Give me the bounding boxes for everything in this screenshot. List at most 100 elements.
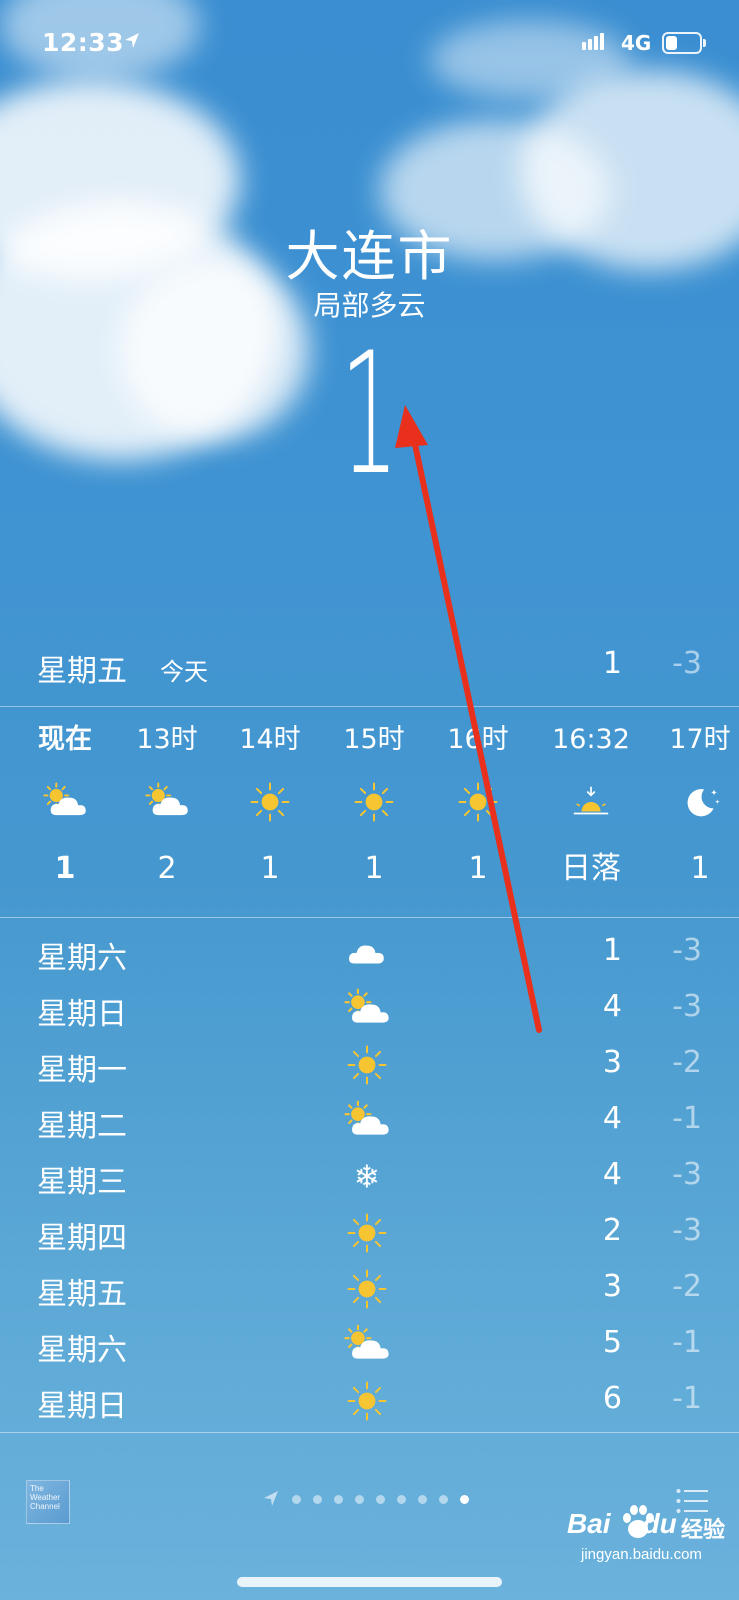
page-dot[interactable] [376,1494,385,1504]
daily-day: 星期六 [37,941,127,976]
daily-low: -2 [672,1269,702,1304]
daily-row: 星期日 6 -1 [0,1373,739,1429]
today-summary: 星期五 今天 1 -3 [0,636,739,706]
hourly-time: 15时 [343,724,405,755]
partly-cloudy-icon [15,760,115,844]
hourly-time: 16时 [447,724,509,755]
divider [0,706,739,707]
daily-low: -1 [672,1325,702,1360]
daily-day: 星期二 [37,1109,127,1144]
daily-row: 星期二 4 -1 [0,1093,739,1149]
page-dot[interactable] [418,1494,427,1504]
sun-icon [428,760,528,844]
daily-row: 星期一 3 -2 [0,1037,739,1093]
daily-day: 星期日 [37,1389,127,1424]
today-label: 今天 [160,658,208,686]
battery-icon [662,32,706,54]
daily-low: -3 [672,989,702,1024]
hourly-forecast[interactable]: 现在 1 13时 2 14时 1 15时 1 16时 1 16:32 日落 17时 ✦ ✦ 1 [0,720,739,910]
divider [0,1432,739,1433]
partly-cloudy-icon [340,987,394,1031]
divider [0,917,739,918]
watermark-text: 经验 [681,1518,726,1543]
hourly-item: 13时 2 [117,720,217,894]
today-low: -3 [672,646,702,681]
sun-icon [340,1043,394,1087]
hourly-time: 13时 [136,724,198,755]
partly-cloudy-icon [340,1099,394,1143]
hourly-temp: 1 [54,851,76,886]
sun-icon [340,1267,394,1311]
hourly-time: 现在 [38,724,92,755]
daily-high: 2 [602,1213,622,1248]
daily-high: 4 [602,1157,622,1192]
sun-icon [340,1379,394,1423]
daily-low: -3 [672,933,702,968]
hourly-item: 16时 1 [428,720,528,894]
svg-text:✦: ✦ [715,799,721,806]
page-dot[interactable] [439,1494,448,1504]
daily-row: 星期五 3 -2 [0,1261,739,1317]
paw-icon [623,1505,654,1538]
hourly-temp: 1 [468,851,488,886]
page-dot[interactable] [334,1494,343,1504]
daily-row: 星期六 5 -1 [0,1317,739,1373]
location-arrow-icon [125,33,139,48]
daily-low: -2 [672,1045,702,1080]
page-dot[interactable] [355,1494,364,1504]
snowflake-icon: ❄ [340,1155,394,1199]
daily-day: 星期日 [37,997,127,1032]
hourly-item: 15时 1 [324,720,424,894]
hourly-time: 14时 [239,724,301,755]
location-page-icon [264,1491,278,1506]
daily-day: 星期三 [37,1165,127,1200]
watermark-url: jingyan.baidu.com [581,1546,702,1563]
page-dot[interactable] [397,1494,406,1504]
daily-low: -1 [672,1381,702,1416]
today-high: 1 [602,646,622,681]
page-indicator[interactable] [262,1490,469,1508]
city-name: 大连市 [285,225,454,288]
hourly-temp: 1 [364,851,384,886]
home-indicator[interactable] [237,1577,502,1587]
hourly-item: 17时 ✦ ✦ 1 [650,720,739,894]
hourly-item: 16:32 日落 [541,720,641,894]
daily-high: 4 [602,1101,622,1136]
daily-day: 星期一 [37,1053,127,1088]
weather-channel-logo[interactable]: The Weather Channel [26,1480,70,1524]
page-dot[interactable] [292,1494,301,1504]
sun-icon [340,1211,394,1255]
baidu-watermark: Bai du 经验 jingyan.baidu.com [565,1500,735,1570]
status-bar: 12:33 4G [0,0,739,90]
hourly-time: 16:32 [552,724,630,755]
svg-text:✦: ✦ [711,788,718,798]
moon-icon: ✦ ✦ [650,760,739,844]
daily-row: 星期日 4 -3 [0,981,739,1037]
hourly-item: 14时 1 [220,720,320,894]
daily-high: 6 [602,1381,622,1416]
daily-high: 4 [602,989,622,1024]
daily-high: 3 [602,1269,622,1304]
current-temperature: 1 [340,316,399,512]
daily-low: -1 [672,1101,702,1136]
partly-cloudy-icon [117,760,217,844]
cellular-signal-icon [582,33,604,50]
hourly-time: 17时 [669,724,731,755]
hourly-temp: 2 [157,851,177,886]
daily-day: 星期五 [37,1277,127,1312]
hourly-temp: 日落 [561,851,621,886]
status-time: 12:33 [42,28,125,57]
daily-day: 星期六 [37,1333,127,1368]
daily-day: 星期四 [37,1221,127,1256]
daily-low: -3 [672,1157,702,1192]
hourly-item: 现在 1 [15,720,115,894]
daily-high: 1 [602,933,622,968]
daily-row: 星期六 1 -3 [0,925,739,981]
hourly-temp: 1 [260,851,280,886]
today-day: 星期五 [37,654,127,689]
page-dot[interactable] [460,1494,469,1504]
daily-row: 星期四 2 -3 [0,1205,739,1261]
sun-icon [324,760,424,844]
page-dot[interactable] [313,1494,322,1504]
network-type: 4G [621,31,652,55]
